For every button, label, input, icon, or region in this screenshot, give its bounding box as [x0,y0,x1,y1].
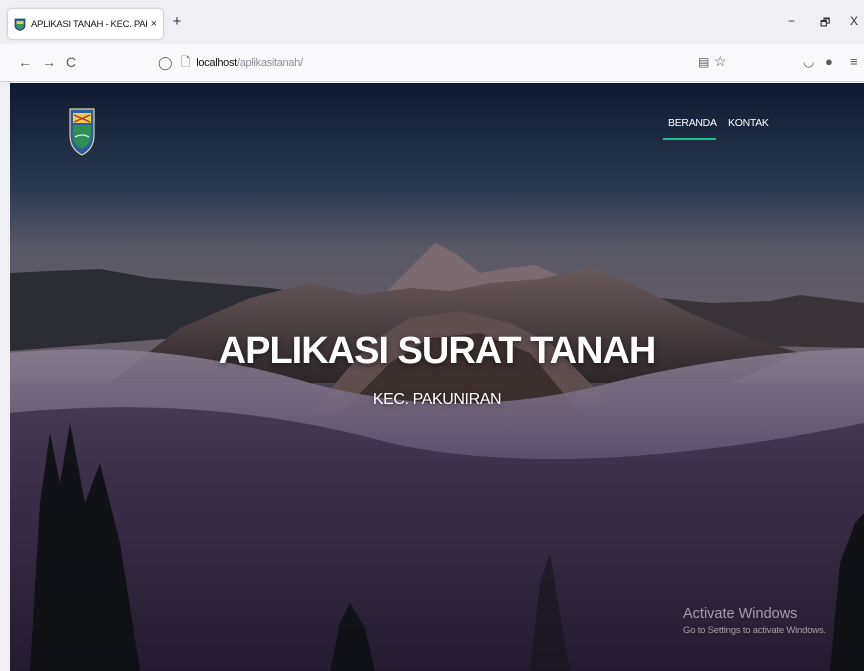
site-navigation: BERANDA KONTAK [663,117,864,147]
browser-tab[interactable]: APLIKASI TANAH - KEC. PAKUNIRAN × [8,9,163,39]
forward-arrow-icon[interactable]: → [42,54,56,70]
new-tab-button[interactable]: + [168,13,186,30]
window-restore-button[interactable]: 🗗 [820,14,830,33]
reload-icon[interactable]: C [66,54,76,70]
account-icon[interactable]: ● [825,54,833,69]
browser-toolbar: ← → C ◯ 🗋 localhost/aplikasitanah/ ▤ ☆ ◡… [0,44,864,82]
url-host: localhost [196,57,237,69]
url-text[interactable]: localhost/aplikasitanah/ [196,57,303,69]
site-favicon-icon [14,18,26,31]
hero-title: APLIKASI SURAT TANAH [218,330,657,372]
active-nav-indicator [663,138,716,140]
tab-strip: APLIKASI TANAH - KEC. PAKUNIRAN × + − 🗗 … [0,0,864,44]
bookmark-star-icon[interactable]: ☆ [714,53,727,70]
window-minimize-button[interactable]: − [788,14,795,28]
hero-subtitle: KEC. PAKUNIRAN [372,391,502,408]
hamburger-menu-icon[interactable]: ≡ [850,54,858,69]
activate-windows-watermark: Activate Windows Go to Settings to activ… [683,606,826,636]
window-close-button[interactable]: X [850,14,858,28]
watermark-subtitle: Go to Settings to activate Windows. [683,625,826,636]
url-path: /aplikasitanah/ [236,57,303,69]
tab-close-icon[interactable]: × [151,18,157,30]
reader-view-icon[interactable]: ▤ [698,55,709,69]
watermark-title: Activate Windows [683,606,798,622]
back-arrow-icon[interactable]: ← [18,54,32,70]
nav-link-beranda[interactable]: BERANDA [668,117,717,129]
page-info-icon[interactable]: 🗋 [181,53,191,74]
pocket-icon[interactable]: ◡ [803,54,814,70]
web-page: BERANDA KONTAK APLIKASI SURAT TANAH KEC.… [10,83,864,671]
nav-link-kontak[interactable]: KONTAK [728,117,769,129]
url-bar[interactable]: ◯ 🗋 localhost/aplikasitanah/ ▤ ☆ [150,50,732,76]
hero-background-image [10,83,864,671]
tracking-shield-icon[interactable]: ◯ [158,55,173,71]
site-logo[interactable] [68,107,96,157]
tab-title: APLIKASI TANAH - KEC. PAKUNIRAN [31,18,147,30]
